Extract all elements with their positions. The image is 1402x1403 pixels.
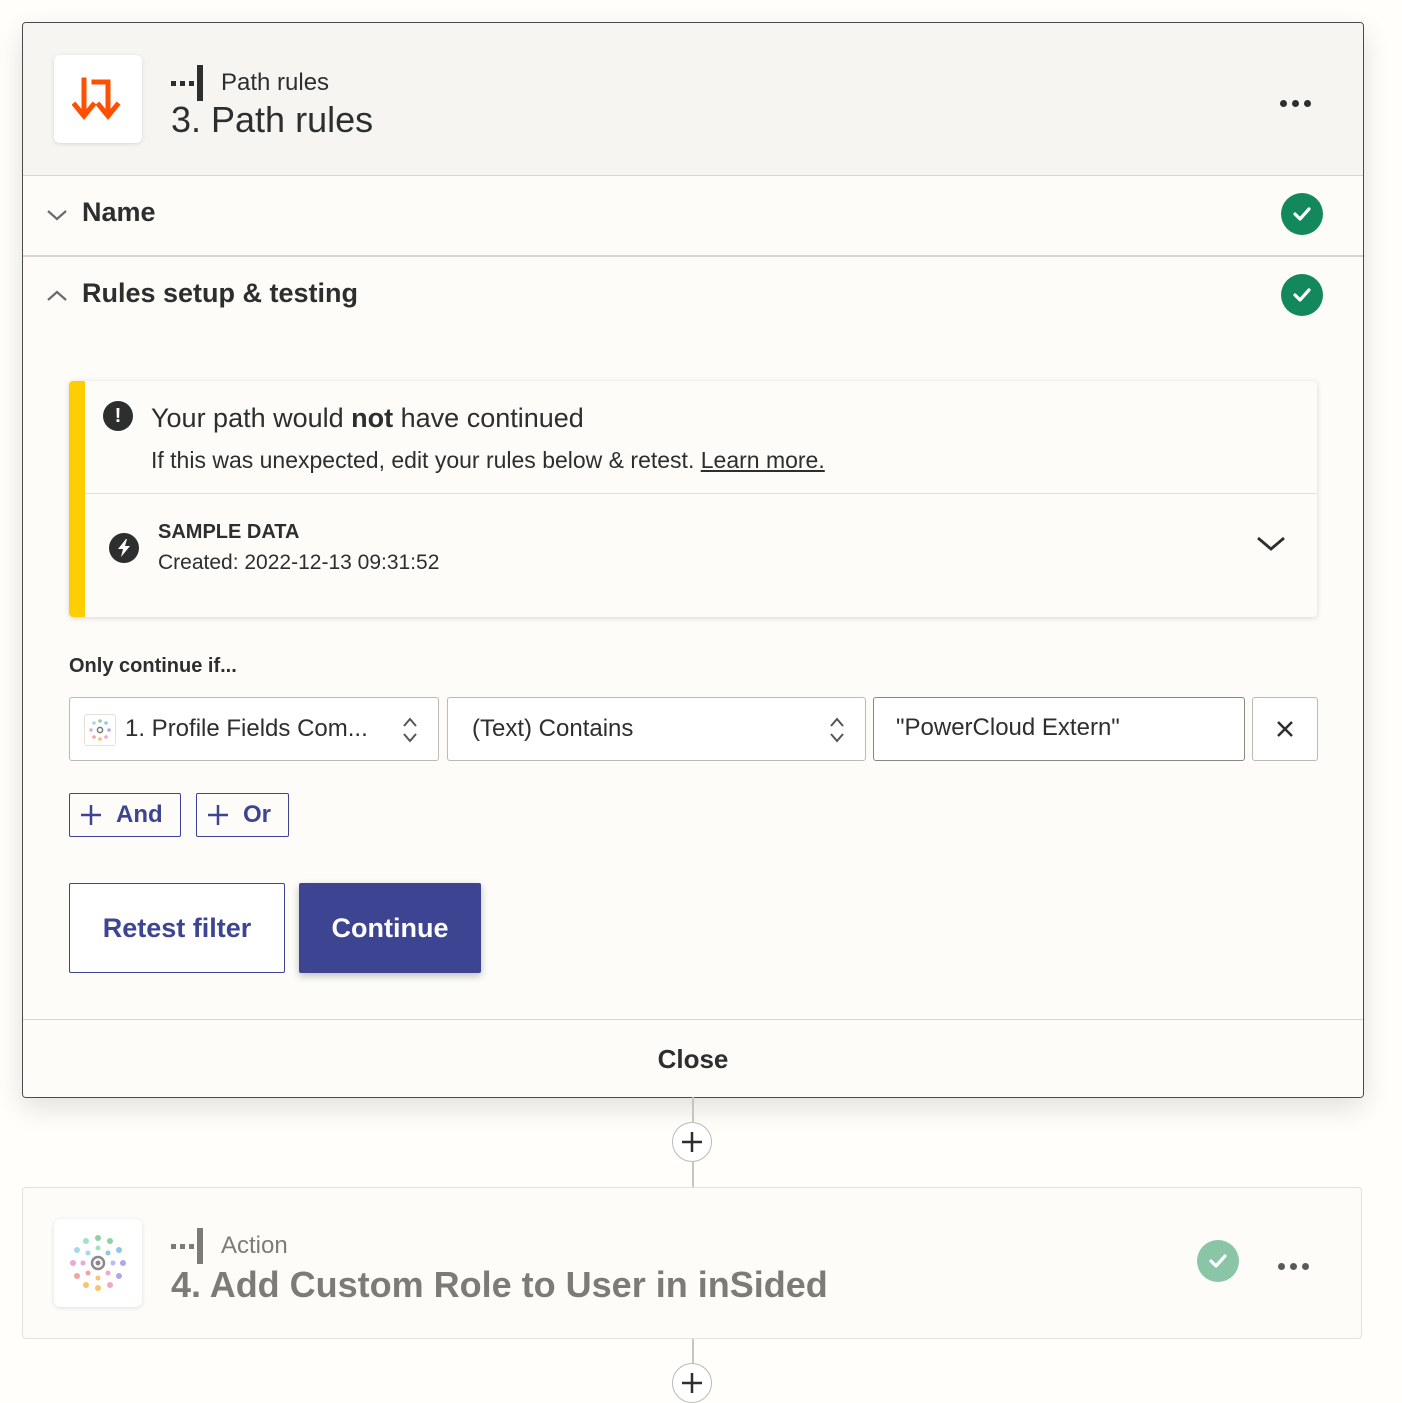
step-type: Action (171, 1228, 288, 1264)
section-rules-label: Rules setup & testing (82, 278, 359, 308)
connector-line (692, 1097, 694, 1122)
plus-icon (80, 804, 102, 826)
chevron-down-icon (47, 210, 67, 221)
plus-icon (682, 1132, 702, 1152)
bolt-icon (109, 533, 139, 563)
dot-icon (1277, 1262, 1285, 1270)
warning-bar (69, 381, 85, 617)
match-value-input[interactable]: "PowerCloud Extern" (873, 697, 1245, 761)
chevron-down-icon[interactable] (1255, 531, 1287, 555)
plus-icon (207, 804, 229, 826)
add-and-rule-button[interactable]: And (69, 793, 181, 837)
close-button[interactable]: Close (23, 1019, 1363, 1097)
exclamation-icon: ! (103, 401, 133, 431)
step-connector-icon (171, 1228, 205, 1264)
connector-line (692, 1162, 694, 1187)
remove-rule-button[interactable] (1252, 697, 1318, 761)
step-card-path-rules: Path rules 3. Path rules Name Rules setu… (22, 22, 1364, 1098)
more-options-button[interactable] (1275, 85, 1315, 121)
success-check-icon (1197, 1240, 1239, 1282)
field-select-value: 1. Profile Fields Com... (125, 715, 368, 742)
app-tile (54, 55, 142, 143)
alert-subtext: If this was unexpected, edit your rules … (151, 447, 825, 473)
plus-icon (682, 1373, 702, 1393)
condition-select[interactable]: (Text) Contains (447, 697, 866, 761)
section-name[interactable]: Name (23, 175, 1363, 255)
add-step-button[interactable] (672, 1122, 712, 1162)
test-result-alert: ! Your path would not have continued If … (69, 381, 1317, 617)
condition-select-value: (Text) Contains (472, 715, 634, 742)
section-name-label: Name (82, 197, 156, 227)
only-continue-label: Only continue if... (69, 655, 237, 677)
add-or-rule-button[interactable]: Or (196, 793, 289, 837)
connector-line (692, 1339, 694, 1363)
step-title: 4. Add Custom Role to User in inSided (171, 1264, 828, 1305)
add-step-button[interactable] (672, 1363, 712, 1403)
dot-icon (1291, 99, 1299, 107)
and-label: And (116, 801, 163, 828)
divider (85, 493, 1317, 494)
alert-headline: Your path would not have continued (151, 403, 584, 433)
updown-chevron-icon (403, 717, 417, 743)
step-card-action[interactable]: Action 4. Add Custom Role to User in inS… (22, 1187, 1362, 1339)
or-label: Or (243, 801, 272, 828)
updown-chevron-icon (830, 717, 844, 743)
success-check-icon (1281, 274, 1323, 316)
field-select[interactable]: 1. Profile Fields Com... (69, 697, 439, 761)
insided-app-icon (84, 714, 116, 746)
close-icon (1277, 721, 1293, 737)
learn-more-link[interactable]: Learn more. (701, 447, 825, 473)
dot-icon (1301, 1262, 1309, 1270)
success-check-icon (1281, 193, 1323, 235)
continue-button[interactable]: Continue (299, 883, 481, 973)
step-header[interactable]: Path rules 3. Path rules (23, 23, 1363, 176)
match-value-text: "PowerCloud Extern" (896, 714, 1120, 741)
dot-icon (1303, 99, 1311, 107)
sample-data-created: Created: 2022-12-13 09:31:52 (158, 551, 440, 574)
step-title: 3. Path rules (171, 99, 374, 140)
section-rules-setup[interactable]: Rules setup & testing (23, 256, 1363, 336)
step-type-label: Action (221, 1232, 288, 1259)
dot-icon (1289, 1262, 1297, 1270)
step-type-label: Path rules (221, 69, 330, 96)
step-type: Path rules (171, 65, 329, 101)
app-tile (54, 1219, 142, 1307)
insided-app-icon (70, 1235, 126, 1291)
dot-icon (1279, 99, 1287, 107)
chevron-up-icon (47, 290, 67, 301)
retest-filter-button[interactable]: Retest filter (69, 883, 285, 973)
step-connector-icon (171, 65, 205, 101)
path-rules-arrows-icon (72, 77, 121, 120)
sample-data-title: SAMPLE DATA (158, 521, 300, 543)
more-options-button[interactable] (1273, 1248, 1313, 1284)
